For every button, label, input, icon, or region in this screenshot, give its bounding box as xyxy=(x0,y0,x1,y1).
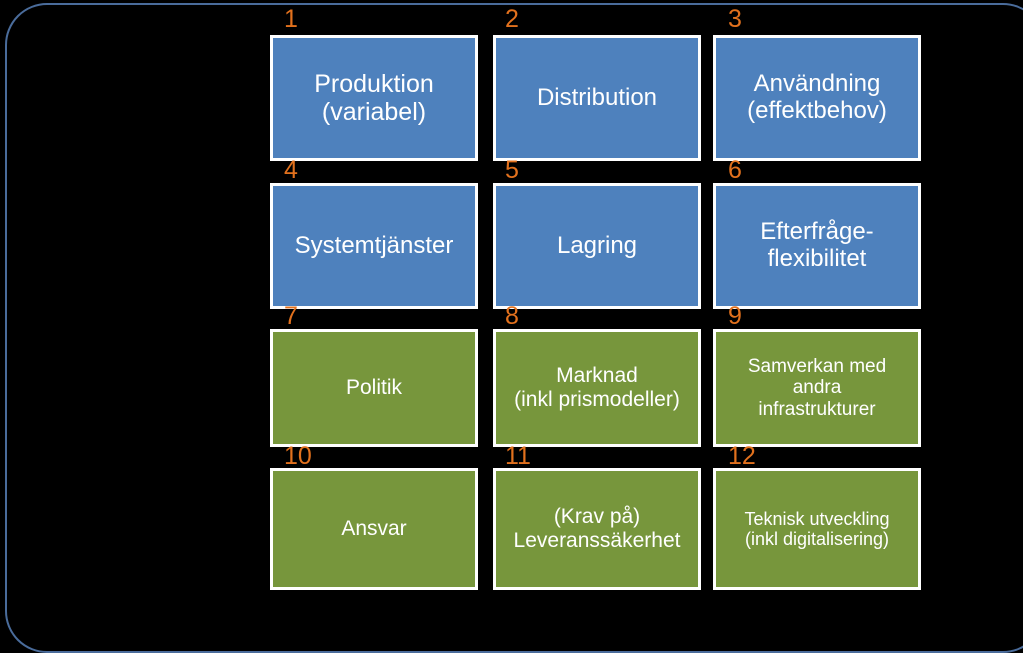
box-number-11: 11 xyxy=(505,442,531,470)
slide-canvas: Produktion (variabel) Distribution Använ… xyxy=(0,0,1023,653)
box-number-10: 10 xyxy=(284,442,312,470)
box-number-3: 3 xyxy=(728,5,742,33)
box-number-1: 1 xyxy=(284,5,298,33)
concept-box-11[interactable]: (Krav på) Leveranssäkerhet xyxy=(493,468,701,590)
concept-box-4[interactable]: Systemtjänster xyxy=(270,183,478,309)
concept-box-5[interactable]: Lagring xyxy=(493,183,701,309)
box-number-7: 7 xyxy=(284,302,298,330)
concept-box-grid: Produktion (variabel) Distribution Använ… xyxy=(270,7,921,591)
box-number-2: 2 xyxy=(505,5,519,33)
concept-box-7[interactable]: Politik xyxy=(270,329,478,447)
concept-box-3[interactable]: Användning (effektbehov) xyxy=(713,35,921,161)
box-number-4: 4 xyxy=(284,156,298,184)
concept-box-8[interactable]: Marknad (inkl prismodeller) xyxy=(493,329,701,447)
box-number-5: 5 xyxy=(505,156,519,184)
box-number-9: 9 xyxy=(728,302,742,330)
concept-box-1[interactable]: Produktion (variabel) xyxy=(270,35,478,161)
concept-box-6[interactable]: Efterfråge- flexibilitet xyxy=(713,183,921,309)
box-number-6: 6 xyxy=(728,156,742,184)
concept-box-10[interactable]: Ansvar xyxy=(270,468,478,590)
concept-box-2[interactable]: Distribution xyxy=(493,35,701,161)
box-number-8: 8 xyxy=(505,302,519,330)
concept-box-12[interactable]: Teknisk utveckling (inkl digitalisering) xyxy=(713,468,921,590)
concept-box-9[interactable]: Samverkan med andra infrastrukturer xyxy=(713,329,921,447)
box-number-12: 12 xyxy=(728,442,756,470)
